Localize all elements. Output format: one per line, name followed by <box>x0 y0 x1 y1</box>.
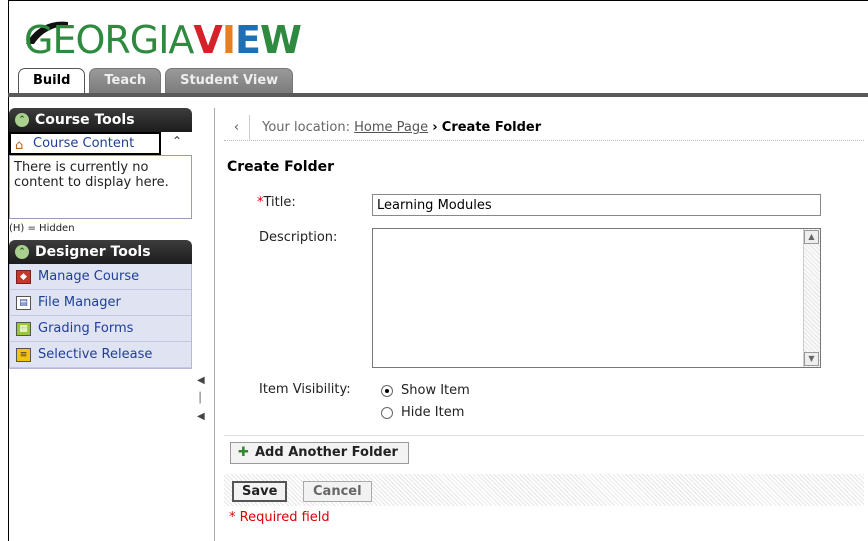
logo-letter: V <box>193 18 222 62</box>
sidebar-item-file-manager[interactable]: ▤ File Manager <box>10 290 191 316</box>
logo-letter: I <box>221 18 236 62</box>
title-input[interactable] <box>372 194 821 216</box>
main-divider <box>214 108 215 541</box>
hidden-legend: (H) = Hidden <box>9 223 75 234</box>
description-textarea[interactable]: ▲ ▼ <box>372 228 821 368</box>
cancel-button[interactable]: Cancel <box>303 481 372 502</box>
logo-v: VIEW <box>193 18 302 62</box>
description-scrollbar[interactable]: ▲ ▼ <box>803 229 820 367</box>
breadcrumb-prefix: Your location: <box>262 120 350 135</box>
collapse-chevron-icon[interactable]: ⌃ <box>15 113 29 127</box>
breadcrumb: ‹ Your location: Home Page › Create Fold… <box>224 115 864 141</box>
tab-rule <box>8 93 868 97</box>
hide-item-label: Hide Item <box>401 405 465 420</box>
page-title: Create Folder <box>227 159 335 175</box>
divider <box>224 435 864 436</box>
logo-letter: E <box>234 18 261 62</box>
logo-letter: W <box>259 18 302 62</box>
show-item-radio[interactable] <box>381 384 393 397</box>
sidebar-splitter[interactable]: ◀ │ ◀ <box>197 372 205 426</box>
sidebar-item-label: File Manager <box>38 295 121 310</box>
hide-item-radio[interactable] <box>381 406 393 419</box>
save-button[interactable]: Save <box>232 481 288 502</box>
tab-student-view[interactable]: Student View <box>165 68 294 94</box>
plus-icon: ✚ <box>238 445 249 460</box>
logo-text-georgia: GEORGIA <box>24 18 194 62</box>
course-content-link[interactable]: ⌂ Course Content <box>9 132 161 155</box>
title-label-text: Title: <box>263 195 296 210</box>
course-tools-header[interactable]: ⌃ Course Tools <box>9 108 192 132</box>
georgiaview-logo: GEORGIAVIEW <box>24 14 302 62</box>
add-another-folder-label: Add Another Folder <box>255 445 398 460</box>
designer-tools-title: Designer Tools <box>35 244 151 260</box>
grading-forms-icon: ▦ <box>16 322 31 336</box>
course-content-label: Course Content <box>33 136 135 151</box>
file-manager-icon: ▤ <box>16 296 31 310</box>
selective-release-icon: ≡ <box>16 348 31 362</box>
logo-text: GEORGIAVIEW <box>24 18 302 62</box>
title-label: *Title: <box>257 195 296 210</box>
sidebar-item-selective-release[interactable]: ≡ Selective Release <box>10 342 191 368</box>
breadcrumb-home-link[interactable]: Home Page <box>354 120 428 135</box>
logo-text-view: VIEW <box>193 18 302 62</box>
visibility-label: Item Visibility: <box>259 382 351 397</box>
double-chevron-up-icon[interactable]: ⌃ <box>172 134 182 148</box>
description-label: Description: <box>259 230 338 245</box>
hide-item-option[interactable]: Hide Item <box>381 405 464 420</box>
sidebar-item-grading-forms[interactable]: ▦ Grading Forms <box>10 316 191 342</box>
breadcrumb-separator: › <box>432 120 438 135</box>
required-field-note: * Required field <box>229 510 330 525</box>
back-arrow-icon[interactable]: ‹ <box>224 115 250 141</box>
home-icon: ⌂ <box>15 138 24 153</box>
breadcrumb-current: Create Folder <box>441 120 542 135</box>
course-tools-title: Course Tools <box>35 112 135 128</box>
scroll-down-icon[interactable]: ▼ <box>804 352 819 366</box>
add-another-folder-button[interactable]: ✚ Add Another Folder <box>230 442 409 464</box>
sidebar-item-manage-course[interactable]: ◆ Manage Course <box>10 264 191 290</box>
tab-build[interactable]: Build <box>18 68 86 94</box>
designer-tools-header[interactable]: ⌃ Designer Tools <box>9 240 192 264</box>
cube-icon: ◆ <box>16 270 31 284</box>
sidebar-item-label: Manage Course <box>38 269 140 284</box>
tab-teach[interactable]: Teach <box>89 68 162 94</box>
tab-bar: Build Teach Student View <box>18 68 294 94</box>
sidebar: ⌃ Course Tools ⌂ Course Content ⌃ There … <box>9 108 192 369</box>
sidebar-item-label: Selective Release <box>38 347 153 362</box>
show-item-label: Show Item <box>401 383 470 398</box>
sidebar-item-label: Grading Forms <box>38 321 134 336</box>
scroll-up-icon[interactable]: ▲ <box>804 230 819 244</box>
collapse-chevron-icon[interactable]: ⌃ <box>15 245 29 259</box>
course-content-empty: There is currently no content to display… <box>9 155 192 219</box>
designer-tools-list: ◆ Manage Course ▤ File Manager ▦ Grading… <box>9 264 192 369</box>
show-item-option[interactable]: Show Item <box>381 383 470 398</box>
